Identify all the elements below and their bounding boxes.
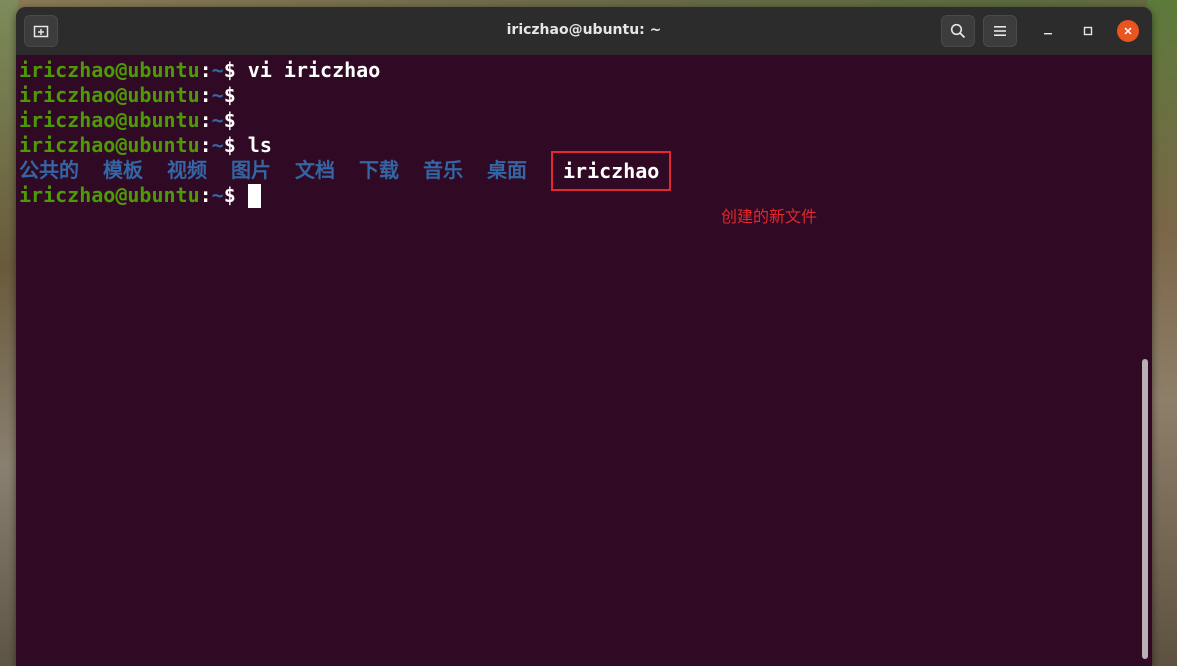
annotation-label: 创建的新文件	[721, 207, 818, 226]
prompt-user: iriczhao@ubuntu	[19, 108, 200, 132]
prompt-dollar: $	[223, 133, 236, 157]
prompt-user: iriczhao@ubuntu	[19, 83, 200, 107]
command-text: ls	[235, 133, 272, 157]
terminal-body[interactable]: iriczhao@ubuntu:~$ vi iriczhao iriczhao@…	[16, 55, 1152, 666]
prompt-path: ~	[211, 133, 224, 157]
prompt-dollar: $	[223, 108, 236, 132]
terminal-line: iriczhao@ubuntu:~$ vi iriczhao	[19, 58, 1152, 83]
prompt-path: ~	[211, 183, 224, 207]
prompt-path: ~	[211, 83, 224, 107]
search-button[interactable]	[941, 15, 975, 47]
prompt-dollar: $	[223, 183, 236, 207]
command-text	[236, 183, 248, 207]
ls-file-entry: iriczhao	[563, 159, 660, 183]
ls-dir-entry: 下载	[359, 158, 399, 182]
ls-dir-entry: 文档	[295, 158, 335, 182]
prompt-separator: :	[199, 108, 212, 132]
maximize-icon	[1083, 26, 1093, 36]
ls-dir-entry: 图片	[231, 158, 271, 182]
prompt-dollar: $	[223, 58, 236, 82]
prompt-user: iriczhao@ubuntu	[19, 183, 200, 207]
minimize-icon	[1044, 33, 1052, 35]
hamburger-menu-icon	[994, 26, 1006, 36]
terminal-line: iriczhao@ubuntu:~$	[19, 108, 1152, 133]
minimize-button[interactable]	[1037, 20, 1059, 42]
highlighted-file-box: iriczhao	[551, 151, 672, 191]
prompt-separator: :	[199, 83, 212, 107]
close-icon	[1124, 27, 1132, 35]
terminal-window: iriczhao@ubuntu: ~ iriczhao@ubuntu:~$ vi…	[16, 7, 1152, 666]
search-icon	[950, 23, 966, 39]
ls-dir-entry: 音乐	[423, 158, 463, 182]
prompt-dollar: $	[223, 83, 236, 107]
prompt-separator: :	[199, 58, 212, 82]
command-text: vi iriczhao	[235, 58, 381, 82]
ls-dir-entry: 公共的	[19, 158, 79, 182]
prompt-user: iriczhao@ubuntu	[19, 133, 200, 157]
ls-dir-entry: 视频	[167, 158, 207, 182]
text-cursor	[247, 184, 261, 208]
maximize-button[interactable]	[1077, 20, 1099, 42]
terminal-line: iriczhao@ubuntu:~$	[19, 83, 1152, 108]
prompt-separator: :	[199, 183, 212, 207]
ls-dir-entry: 模板	[103, 158, 143, 182]
titlebar: iriczhao@ubuntu: ~	[16, 7, 1152, 55]
prompt-path: ~	[211, 58, 224, 82]
close-button[interactable]	[1117, 20, 1139, 42]
prompt-user: iriczhao@ubuntu	[19, 58, 200, 82]
ls-output-line: 公共的 模板 视频 图片 文档 下载 音乐 桌面 iriczhao	[19, 151, 1152, 191]
window-title: iriczhao@ubuntu: ~	[506, 22, 662, 38]
ls-dir-entry: 桌面	[487, 158, 527, 182]
prompt-separator: :	[199, 133, 212, 157]
prompt-path: ~	[211, 108, 224, 132]
menu-button[interactable]	[983, 15, 1017, 47]
scrollbar[interactable]	[1142, 359, 1148, 659]
